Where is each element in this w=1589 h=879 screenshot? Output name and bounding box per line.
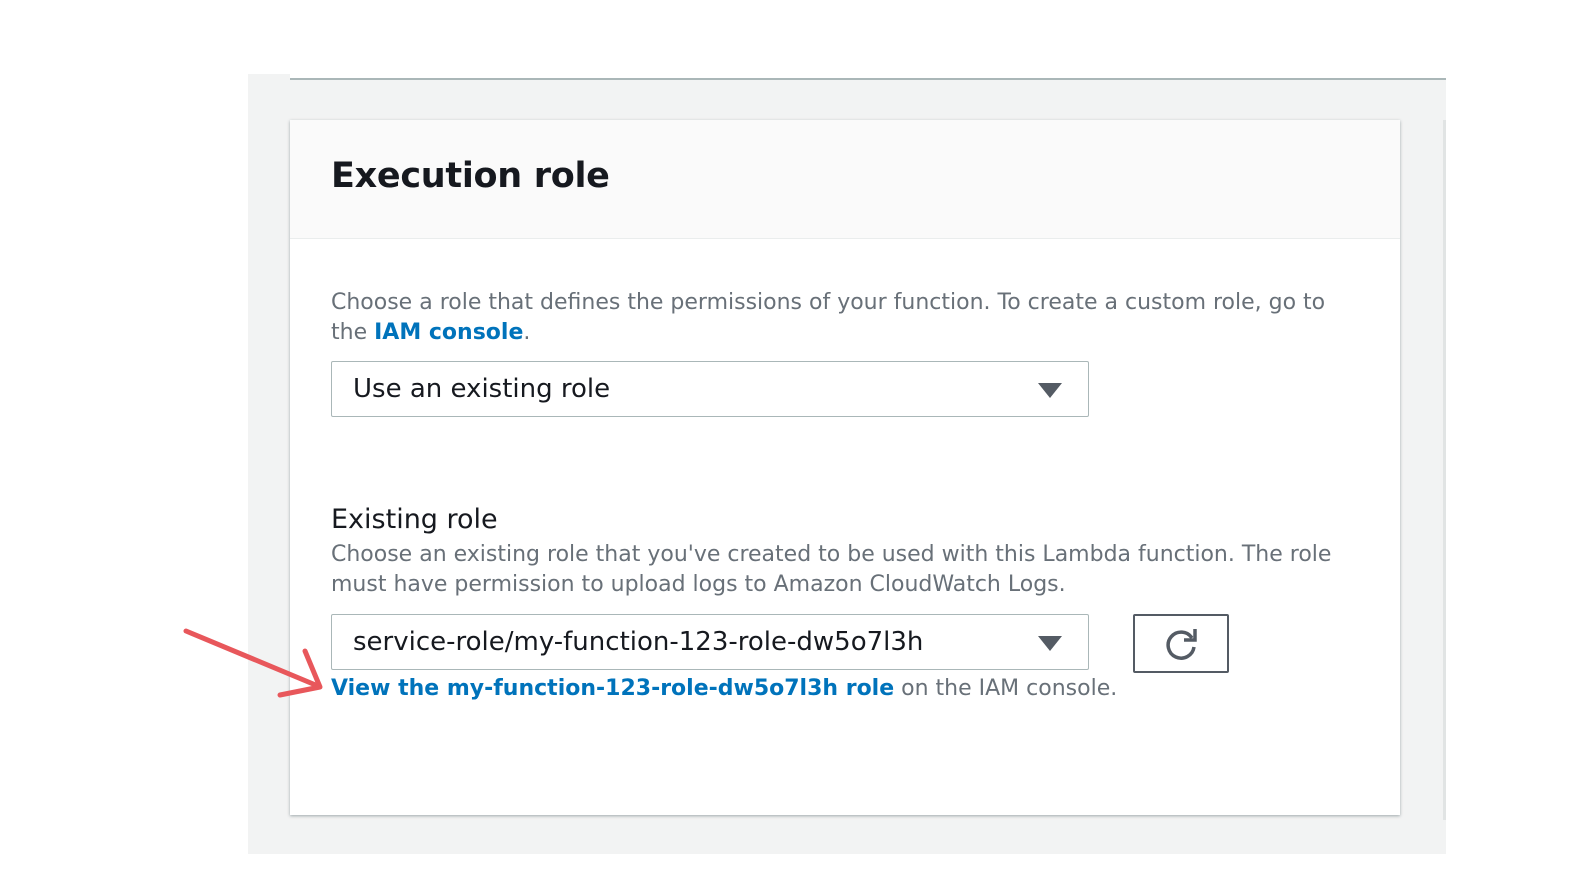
iam-console-link[interactable]: IAM console [374,320,523,345]
view-role-link[interactable]: View the my-function-123-role-dw5o7l3h r… [331,676,894,701]
role-description: Choose a role that defines the permissio… [331,288,1351,348]
existing-role-description: Choose an existing role that you've crea… [331,542,1332,597]
execution-role-panel: Execution role Choose a role that define… [290,120,1400,815]
divider [1443,120,1446,820]
view-role-line: View the my-function-123-role-dw5o7l3h r… [331,674,1117,704]
description-period: . [523,320,531,345]
arrow-annotation [183,628,323,698]
caret-down-icon [1038,383,1062,398]
existing-role-value: service-role/my-function-123-role-dw5o7l… [353,627,924,657]
caret-down-icon [1038,636,1062,651]
existing-role-select[interactable]: service-role/my-function-123-role-dw5o7l… [331,614,1089,670]
refresh-button[interactable] [1133,614,1229,673]
refresh-icon [1166,628,1197,660]
role-type-value: Use an existing role [353,374,611,404]
existing-role-label: Existing role [331,504,498,535]
panel-title: Execution role [331,156,610,196]
view-role-suffix: on the IAM console. [894,676,1118,701]
previous-panel-edge [290,74,1446,80]
role-type-select[interactable]: Use an existing role [331,361,1089,417]
panel-header: Execution role [290,120,1400,239]
